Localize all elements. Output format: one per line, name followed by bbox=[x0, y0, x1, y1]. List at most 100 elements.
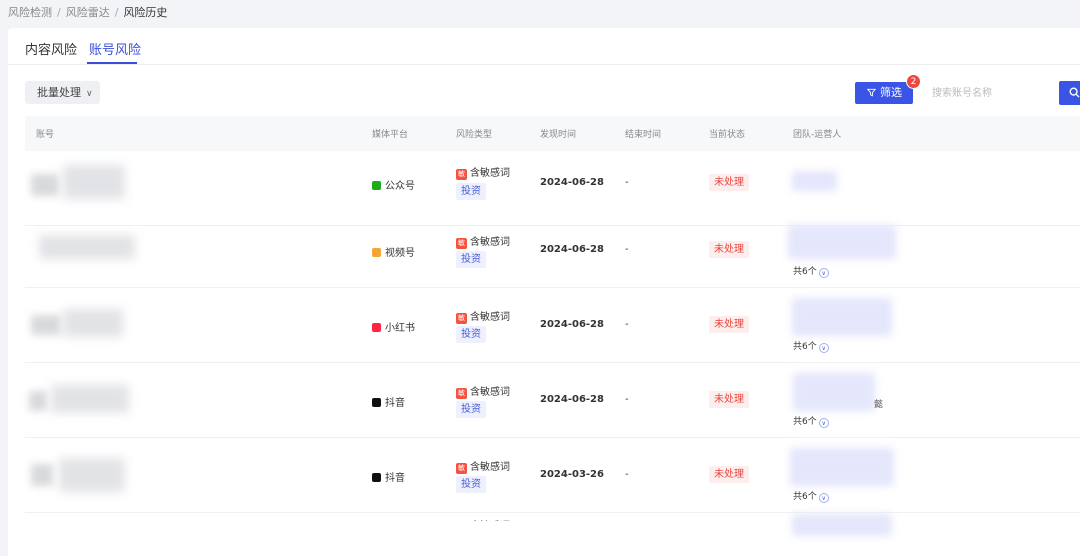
platform-cell: 公众号 bbox=[372, 177, 415, 192]
active-tab-indicator bbox=[87, 62, 137, 64]
status-badge: 未处理 bbox=[709, 316, 749, 333]
column-header-found-time: 发现时间 bbox=[540, 130, 577, 140]
filter-count-badge: 2 bbox=[906, 74, 921, 89]
xiaohongshu-icon bbox=[372, 323, 381, 332]
breadcrumb-separator: / bbox=[114, 6, 119, 19]
search-button[interactable] bbox=[1059, 81, 1080, 105]
platform-cell: 抖音 bbox=[372, 469, 405, 484]
table-row[interactable]: 抖音 敏含敏感词 投资 2024-03-26 - 未处理 共6个 ∨ bbox=[25, 438, 1080, 513]
channels-icon bbox=[372, 248, 381, 257]
team-operator bbox=[792, 514, 892, 536]
breadcrumb-item-current: 风险历史 bbox=[123, 6, 168, 19]
platform-label: 小红书 bbox=[385, 323, 415, 334]
table-header: 账号 媒体平台 风险类型 发现时间 结束时间 当前状态 团队-运营人 bbox=[25, 116, 1080, 151]
column-header-status: 当前状态 bbox=[709, 130, 746, 140]
risk-type-label: 含敏感词 bbox=[470, 312, 510, 323]
operator-name-fragment: 懿 bbox=[874, 400, 884, 410]
chevron-down-icon: ∨ bbox=[818, 418, 829, 428]
column-header-account: 账号 bbox=[36, 130, 55, 140]
operator-total-label: 共6个 bbox=[793, 492, 817, 502]
sensitive-badge: 敏 bbox=[456, 169, 467, 180]
found-time: 2024-06-28 bbox=[540, 244, 604, 255]
account-avatar bbox=[31, 464, 53, 486]
team-operator bbox=[792, 298, 892, 336]
account-name bbox=[59, 458, 125, 492]
batch-process-label: 批量处理 bbox=[37, 86, 81, 99]
risk-type: 敏含敏感词 bbox=[456, 383, 510, 399]
filter-label: 筛选 bbox=[880, 86, 902, 99]
tab-account-risk[interactable]: 账号风险 bbox=[89, 39, 141, 58]
operator-total-label: 共6个 bbox=[793, 267, 817, 277]
team-operator bbox=[790, 448, 894, 486]
operator-total-toggle[interactable]: 共6个 ∨ bbox=[793, 339, 829, 353]
status-badge: 未处理 bbox=[709, 174, 749, 191]
filter-button[interactable]: 筛选 bbox=[855, 82, 913, 104]
account-name bbox=[39, 235, 135, 259]
batch-process-dropdown[interactable]: 批量处理 ∨ bbox=[25, 81, 100, 104]
table-row[interactable]: 抖音 敏含敏感词 投资 2024-06-28 - 未处理 懿 共6个 ∨ bbox=[25, 363, 1080, 438]
end-time: - bbox=[625, 394, 629, 405]
search-icon bbox=[1069, 87, 1080, 98]
operator-total-label: 共6个 bbox=[793, 417, 817, 427]
sensitive-badge: 敏 bbox=[456, 388, 467, 399]
status-badge: 未处理 bbox=[709, 391, 749, 408]
operator-total-toggle[interactable]: 共6个 ∨ bbox=[793, 414, 829, 428]
main-card: 内容风险 账号风险 批量处理 ∨ 筛选 2 账号 媒体平台 风险类型 发现时间 结… bbox=[8, 28, 1080, 556]
column-header-end-time: 结束时间 bbox=[625, 130, 662, 140]
breadcrumb-item-risk-detection[interactable]: 风险检测 bbox=[8, 6, 52, 19]
account-avatar bbox=[31, 315, 61, 335]
account-name bbox=[51, 385, 129, 413]
chevron-down-icon: ∨ bbox=[818, 343, 829, 353]
douyin-icon bbox=[372, 398, 381, 407]
sensitive-badge: 敏 bbox=[456, 313, 467, 324]
operator-total-toggle[interactable]: 共6个 ∨ bbox=[793, 489, 829, 503]
breadcrumb-separator: / bbox=[57, 6, 61, 19]
chevron-down-icon: ∨ bbox=[86, 89, 93, 99]
risk-tag: 投资 bbox=[456, 326, 486, 343]
end-time: - bbox=[625, 177, 629, 188]
team-operator bbox=[792, 171, 837, 191]
sensitive-badge: 敏 bbox=[456, 463, 467, 474]
table-row[interactable]: 小红书 敏含敏感词 投资 2024-06-28 - 未处理 共6个 ∨ bbox=[25, 288, 1080, 363]
account-name bbox=[63, 309, 123, 337]
operator-total-toggle[interactable]: 共6个 ∨ bbox=[793, 264, 829, 278]
account-name bbox=[63, 165, 125, 199]
column-header-risk-type: 风险类型 bbox=[456, 130, 493, 140]
found-time: 2024-06-28 bbox=[540, 177, 604, 188]
end-time: - bbox=[625, 319, 629, 330]
tab-content-risk[interactable]: 内容风险 bbox=[25, 39, 77, 58]
risk-tag: 投资 bbox=[456, 251, 486, 268]
risk-type-label: 含敏感词 bbox=[470, 237, 510, 248]
risk-tag: 投资 bbox=[456, 183, 486, 200]
team-operator bbox=[788, 225, 896, 259]
found-time: 2024-03-26 bbox=[540, 469, 604, 480]
risk-tag: 投资 bbox=[456, 401, 486, 418]
platform-cell: 视频号 bbox=[372, 244, 415, 259]
found-time: 2024-06-28 bbox=[540, 394, 604, 405]
sensitive-badge: 敏 bbox=[456, 238, 467, 249]
team-operator bbox=[793, 373, 875, 411]
table-row[interactable]: 视频号 敏含敏感词 投资 2024-06-28 - 未处理 共6个 ∨ bbox=[25, 213, 1080, 288]
risk-type-label: 含敏感词 bbox=[470, 462, 510, 473]
breadcrumb: 风险检测 / 风险雷达 / 风险历史 bbox=[8, 4, 167, 20]
breadcrumb-item-risk-radar[interactable]: 风险雷达 bbox=[66, 6, 110, 19]
table-row[interactable]: 敏含敏感词 bbox=[25, 514, 1080, 544]
risk-type-label: 含敏感词 bbox=[470, 387, 510, 398]
risk-type: 敏含敏感词 bbox=[456, 308, 510, 324]
column-header-team-operator: 团队-运营人 bbox=[793, 130, 842, 140]
risk-tag: 投资 bbox=[456, 476, 486, 493]
status-badge: 未处理 bbox=[709, 241, 749, 258]
end-time: - bbox=[625, 469, 629, 480]
account-avatar bbox=[31, 174, 59, 196]
found-time: 2024-06-28 bbox=[540, 319, 604, 330]
risk-type: 敏含敏感词 bbox=[456, 517, 510, 521]
risk-type: 敏含敏感词 bbox=[456, 164, 510, 180]
chevron-down-icon: ∨ bbox=[818, 493, 829, 503]
risk-type: 敏含敏感词 bbox=[456, 233, 510, 249]
search-account-input[interactable] bbox=[920, 82, 1060, 104]
platform-label: 视频号 bbox=[385, 248, 415, 259]
wechat-official-icon bbox=[372, 181, 381, 190]
platform-label: 抖音 bbox=[385, 398, 405, 409]
chevron-down-icon: ∨ bbox=[818, 268, 829, 278]
platform-cell: 抖音 bbox=[372, 394, 405, 409]
